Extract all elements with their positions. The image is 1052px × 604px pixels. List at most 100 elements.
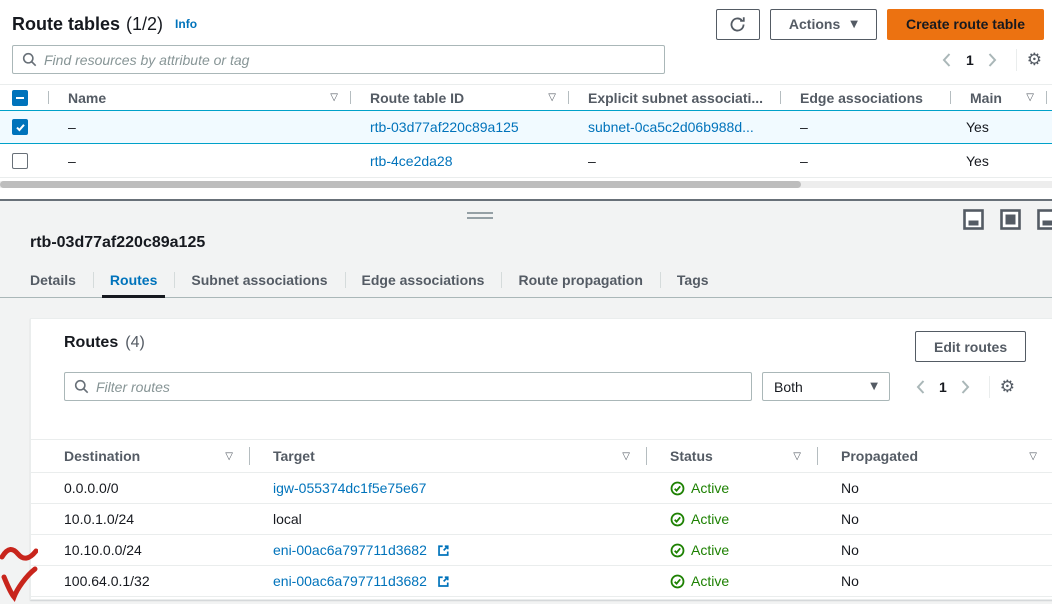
column-header-subnet: Explicit subnet associati... (568, 85, 780, 110)
search-icon (74, 379, 89, 394)
status-active-icon (670, 574, 685, 589)
caret-down-icon: ▼ (850, 19, 858, 30)
column-header-id: Route table ID ▽ (350, 85, 568, 110)
cell-destination: 0.0.0.0/0 (31, 480, 249, 496)
cell-propagated: No (817, 573, 1052, 589)
sort-icon[interactable]: ▽ (330, 92, 338, 103)
sort-icon[interactable]: ▽ (1029, 451, 1037, 462)
target-link[interactable]: igw-055374dc1f5e75e67 (273, 480, 426, 496)
tab-routes[interactable]: Routes (93, 263, 174, 297)
detail-panel-title: rtb-03d77af220c89a125 (30, 234, 205, 252)
select-all-checkbox[interactable] (12, 90, 28, 106)
cell-destination: 100.64.0.1/32 (31, 573, 249, 589)
table-row: – rtb-4ce2da28 – – Yes (0, 144, 1052, 178)
current-page[interactable]: 1 (966, 52, 974, 68)
sort-icon[interactable]: ▽ (225, 451, 233, 462)
previous-page-button[interactable] (934, 47, 960, 73)
column-label-id: Route table ID (370, 90, 464, 106)
status-text: Active (691, 573, 729, 589)
row-checkbox-cell (0, 153, 48, 169)
sort-icon[interactable]: ▽ (1026, 92, 1034, 103)
tab-edge-associations[interactable]: Edge associations (345, 263, 502, 297)
settings-gear-icon[interactable]: ⚙ (1000, 379, 1015, 396)
cell-name: – (48, 119, 350, 135)
route-table-link[interactable]: rtb-03d77af220c89a125 (370, 119, 519, 135)
status-active-icon (670, 543, 685, 558)
search-icon (22, 52, 37, 67)
cell-status: Active (646, 573, 817, 589)
column-label-target: Target (273, 448, 315, 464)
info-link[interactable]: Info (175, 17, 197, 31)
route-table-link[interactable]: rtb-4ce2da28 (370, 153, 453, 169)
cell-propagated: No (817, 480, 1052, 496)
column-header-edge: Edge associations (780, 85, 950, 110)
panel-resize-handle[interactable] (467, 212, 493, 222)
external-link-icon[interactable] (437, 575, 450, 588)
target-link[interactable]: eni-00ac6a797711d3682 (273, 542, 427, 558)
sort-icon[interactable]: ▽ (793, 451, 801, 462)
target-link[interactable]: eni-00ac6a797711d3682 (273, 573, 427, 589)
cell-destination: 10.0.1.0/24 (31, 511, 249, 527)
select-all-cell (0, 85, 48, 110)
row-checkbox-unchecked[interactable] (12, 153, 28, 169)
resource-search (12, 45, 665, 74)
previous-page-button[interactable] (907, 374, 933, 400)
routes-filter-input[interactable] (96, 379, 742, 395)
panel-layout-controls (963, 209, 1052, 230)
column-label-status: Status (670, 448, 713, 464)
panel-layout-full-icon[interactable] (1000, 209, 1021, 230)
column-label-propagated: Propagated (841, 448, 918, 464)
route-scope-select[interactable]: Both ▼ (762, 372, 890, 401)
column-header-status: Status ▽ (646, 440, 817, 472)
next-page-button[interactable] (980, 47, 1006, 73)
tab-details[interactable]: Details (30, 263, 93, 297)
refresh-button[interactable] (716, 9, 760, 40)
cell-subnet: subnet-0ca5c2d06b988d... (568, 119, 780, 135)
next-page-button[interactable] (953, 374, 979, 400)
column-header-stub (1046, 85, 1052, 110)
column-label-main: Main (970, 90, 1002, 106)
column-label-subnet: Explicit subnet associati... (588, 90, 763, 106)
row-checkbox-checked[interactable] (12, 119, 28, 135)
cell-status: Active (646, 480, 817, 496)
column-header-name: Name ▽ (48, 85, 350, 110)
cell-main: Yes (950, 119, 1046, 135)
external-link-icon[interactable] (437, 544, 450, 557)
column-header-main: Main ▽ (950, 85, 1046, 110)
edit-routes-button[interactable]: Edit routes (915, 331, 1026, 362)
cell-id: rtb-03d77af220c89a125 (350, 119, 568, 135)
tab-tags[interactable]: Tags (660, 263, 726, 297)
settings-gear-icon[interactable]: ⚙ (1027, 52, 1042, 69)
resource-search-input[interactable] (44, 52, 655, 68)
current-page[interactable]: 1 (939, 379, 947, 395)
actions-button[interactable]: Actions ▼ (770, 9, 877, 40)
create-route-table-button[interactable]: Create route table (887, 9, 1044, 40)
subnet-link[interactable]: subnet-0ca5c2d06b988d... (588, 119, 754, 135)
column-label-edge: Edge associations (800, 90, 923, 106)
tab-route-propagation[interactable]: Route propagation (501, 263, 659, 297)
cell-name: – (48, 153, 350, 169)
horizontal-scrollbar (0, 181, 1052, 188)
panel-layout-bottom-icon[interactable] (963, 209, 984, 230)
cell-subnet: – (568, 153, 780, 169)
caret-down-icon: ▼ (870, 381, 878, 392)
cell-propagated: No (817, 542, 1052, 558)
sort-icon[interactable]: ▽ (548, 92, 556, 103)
column-header-propagated: Propagated ▽ (817, 440, 1052, 472)
horizontal-scrollbar-thumb[interactable] (0, 181, 801, 188)
row-checkbox-cell (0, 119, 48, 135)
routes-card: Routes (4) Edit routes Both ▼ 1 (30, 318, 1052, 600)
panel-layout-side-icon[interactable] (1037, 209, 1052, 230)
cell-edge: – (780, 153, 950, 169)
selection-count: (1/2) (126, 14, 163, 35)
cell-status: Active (646, 542, 817, 558)
route-scope-value: Both (774, 379, 803, 395)
status-text: Active (691, 480, 729, 496)
route-tables-table: Name ▽ Route table ID ▽ Explicit subnet … (0, 84, 1052, 178)
cell-main: Yes (950, 153, 1046, 169)
routes-title-text: Routes (64, 334, 118, 352)
detail-tabs: Details Routes Subnet associations Edge … (0, 263, 1052, 298)
tab-subnet-associations[interactable]: Subnet associations (174, 263, 344, 297)
sort-icon[interactable]: ▽ (622, 451, 630, 462)
page-title: Route tables (1/2) (12, 14, 163, 35)
